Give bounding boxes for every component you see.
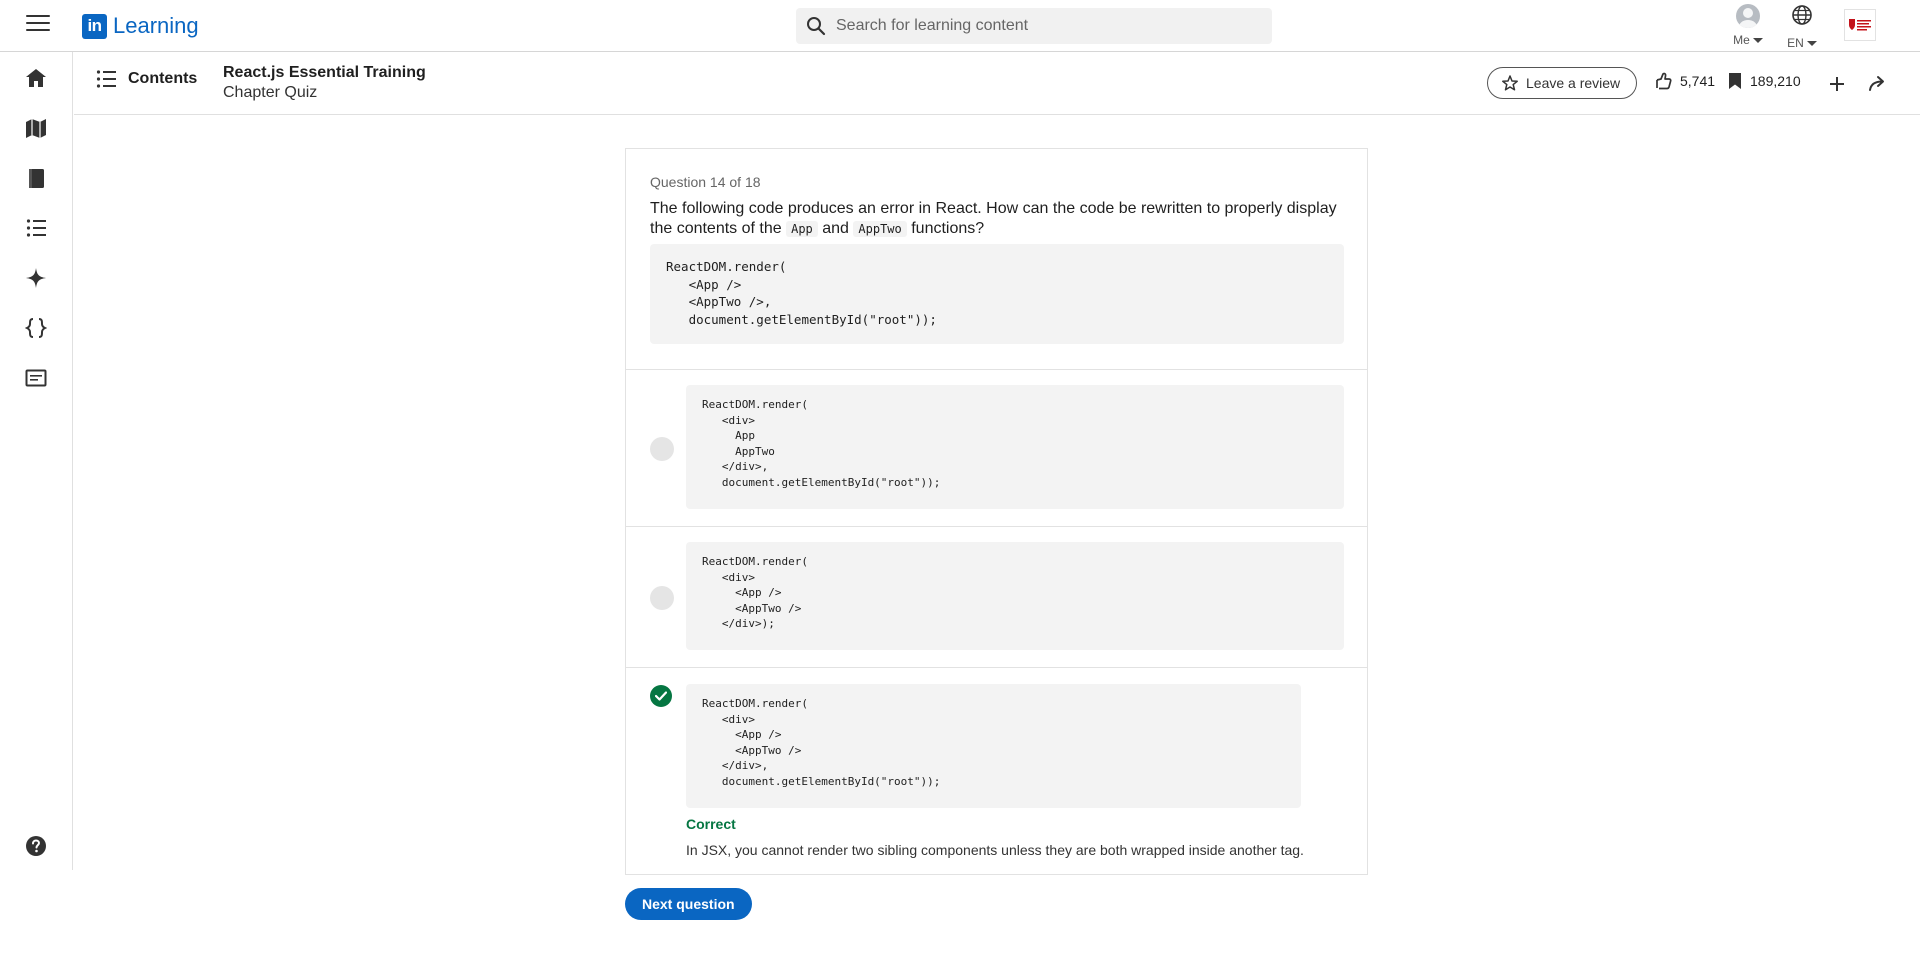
divider [626, 667, 1367, 668]
inline-code-apptwo: AppTwo [853, 221, 907, 237]
certificate-icon[interactable] [24, 366, 48, 390]
saves-button[interactable]: 189,210 [1728, 72, 1801, 90]
leave-review-button[interactable]: Leave a review [1487, 67, 1638, 99]
avatar [1736, 4, 1760, 28]
menu-icon[interactable] [26, 15, 50, 35]
help-icon[interactable] [24, 834, 48, 858]
shield-crest-icon [1849, 19, 1871, 31]
like-icon [1656, 72, 1672, 90]
logo-mark: in [82, 13, 107, 39]
course-subtitle: Chapter Quiz [223, 84, 318, 101]
question-code-block: ReactDOM.render( <App /> <AppTwo />, doc… [650, 244, 1344, 344]
linkedin-learning-logo[interactable]: in Learning [82, 13, 199, 39]
option-1-code[interactable]: ReactDOM.render( <div> App AppTwo </div>… [686, 385, 1344, 509]
language-label: EN [1787, 36, 1804, 50]
left-rail [0, 52, 73, 870]
code-braces-icon[interactable] [24, 316, 48, 340]
option-2-code[interactable]: ReactDOM.render( <div> <App /> <AppTwo /… [686, 542, 1344, 650]
divider [626, 369, 1367, 370]
map-icon[interactable] [24, 116, 48, 140]
inline-code-app: App [786, 221, 818, 237]
search-icon [807, 17, 826, 36]
option-3-code[interactable]: ReactDOM.render( <div> <App /> <AppTwo /… [686, 684, 1301, 808]
likes-button[interactable]: 5,741 [1654, 72, 1715, 90]
question-text-part1: The following code produces an error in … [650, 200, 1337, 237]
question-number: Question 14 of 18 [650, 174, 761, 190]
question-text: The following code produces an error in … [650, 199, 1350, 239]
me-menu[interactable]: Me [1728, 4, 1768, 47]
me-label: Me [1733, 33, 1750, 47]
share-icon[interactable] [1866, 72, 1890, 96]
star-icon [1502, 75, 1518, 91]
saves-count: 189,210 [1750, 73, 1801, 89]
book-icon[interactable] [24, 166, 48, 190]
question-text-and: and [822, 220, 849, 237]
list-icon[interactable] [24, 216, 48, 240]
leave-review-label: Leave a review [1526, 75, 1621, 91]
divider [626, 526, 1367, 527]
organization-logo[interactable] [1844, 9, 1876, 41]
contents-button[interactable]: Contents [96, 68, 197, 90]
search-input[interactable] [836, 17, 1256, 35]
language-menu[interactable]: EN [1782, 4, 1822, 50]
correct-check-icon[interactable] [650, 685, 672, 707]
contents-label: Contents [128, 70, 198, 87]
question-text-part2: functions? [911, 220, 985, 237]
next-question-button[interactable]: Next question [625, 888, 752, 920]
option-2-radio[interactable] [650, 586, 674, 610]
course-title[interactable]: React.js Essential Training [223, 64, 426, 82]
top-nav: in Learning Me EN [0, 0, 1920, 52]
bookmark-icon [1729, 73, 1741, 89]
feedback-explanation: In JSX, you cannot render two sibling co… [686, 842, 1304, 858]
quiz-card: Question 14 of 18 The following code pro… [625, 148, 1368, 875]
add-icon[interactable] [1825, 72, 1849, 96]
course-titles: React.js Essential Training Chapter Quiz [223, 64, 426, 102]
likes-count: 5,741 [1680, 73, 1716, 89]
feedback-title: Correct [686, 816, 736, 832]
logo-text: Learning [113, 13, 199, 38]
home-icon[interactable] [24, 66, 48, 90]
option-1-radio[interactable] [650, 437, 674, 461]
globe-icon [1792, 5, 1812, 25]
caret-down-icon [1752, 37, 1763, 43]
list-icon [96, 70, 116, 88]
course-header: Contents React.js Essential Training Cha… [74, 52, 1920, 115]
sparkle-icon[interactable] [24, 266, 48, 290]
search-bar[interactable] [796, 8, 1272, 44]
caret-down-icon [1806, 40, 1817, 46]
